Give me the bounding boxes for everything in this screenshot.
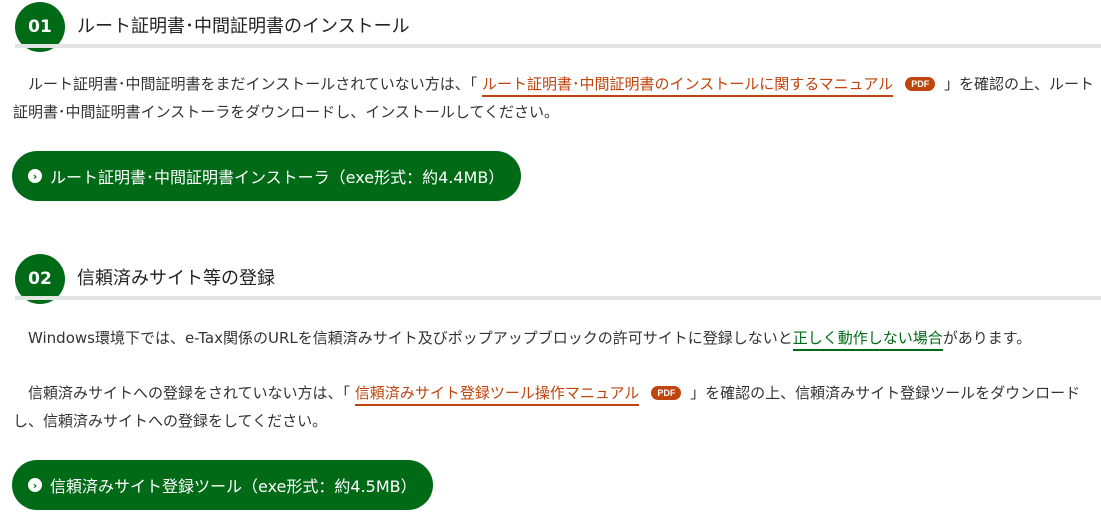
pdf-badge: PDF [651,386,682,400]
section-header: 01 ルート証明書･中間証明書のインストール [0,0,1101,52]
text-before-link: ルート証明書･中間証明書をまだインストールされていない方は、「 [13,75,483,93]
text-after-link: があります。 [942,329,1032,347]
text-before-link: Windows環境下では、e-Tax関係のURLを信頼済みサイト及びポップアップ… [13,329,793,347]
button-label: 信頼済みサイト登録ツール（exe形式：約4.5MB） [50,477,417,496]
button-label: ルート証明書･中間証明書インストーラ（exe形式：約4.4MB） [50,168,505,187]
chevron-right-circle-icon: › [28,478,42,492]
section-header: 02 信頼済みサイト等の登録 [0,252,1101,304]
section-instructions: 信頼済みサイトへの登録をされていない方は、「 信頼済みサイト登録ツール操作マニュ… [13,379,1099,435]
header-divider [15,44,1101,48]
section-description: ルート証明書･中間証明書をまだインストールされていない方は、「 ルート証明書･中… [13,70,1099,126]
not-working-properly-link[interactable]: 正しく動作しない場合 [792,329,943,351]
download-trusted-site-tool-button[interactable]: › 信頼済みサイト登録ツール（exe形式：約4.5MB） [12,460,433,510]
chevron-right-circle-icon: › [28,169,42,183]
pdf-badge: PDF [905,77,936,91]
section-root-certificate: 01 ルート証明書･中間証明書のインストール ルート証明書･中間証明書をまだイン… [0,0,1101,201]
certificate-manual-link[interactable]: ルート証明書･中間証明書のインストールに関するマニュアル [482,75,894,97]
text-before-link: 信頼済みサイトへの登録をされていない方は、「 [13,384,355,402]
download-certificate-installer-button[interactable]: › ルート証明書･中間証明書インストーラ（exe形式：約4.4MB） [12,151,521,201]
trusted-site-manual-link[interactable]: 信頼済みサイト登録ツール操作マニュアル [354,384,640,406]
section-trusted-sites: 02 信頼済みサイト等の登録 Windows環境下では、e-Tax関係のURLを… [0,252,1101,510]
section-title: ルート証明書･中間証明書のインストール [77,16,410,37]
section-title: 信頼済みサイト等の登録 [77,268,275,289]
section-description: Windows環境下では、e-Tax関係のURLを信頼済みサイト及びポップアップ… [13,324,1099,352]
header-divider [15,296,1101,300]
